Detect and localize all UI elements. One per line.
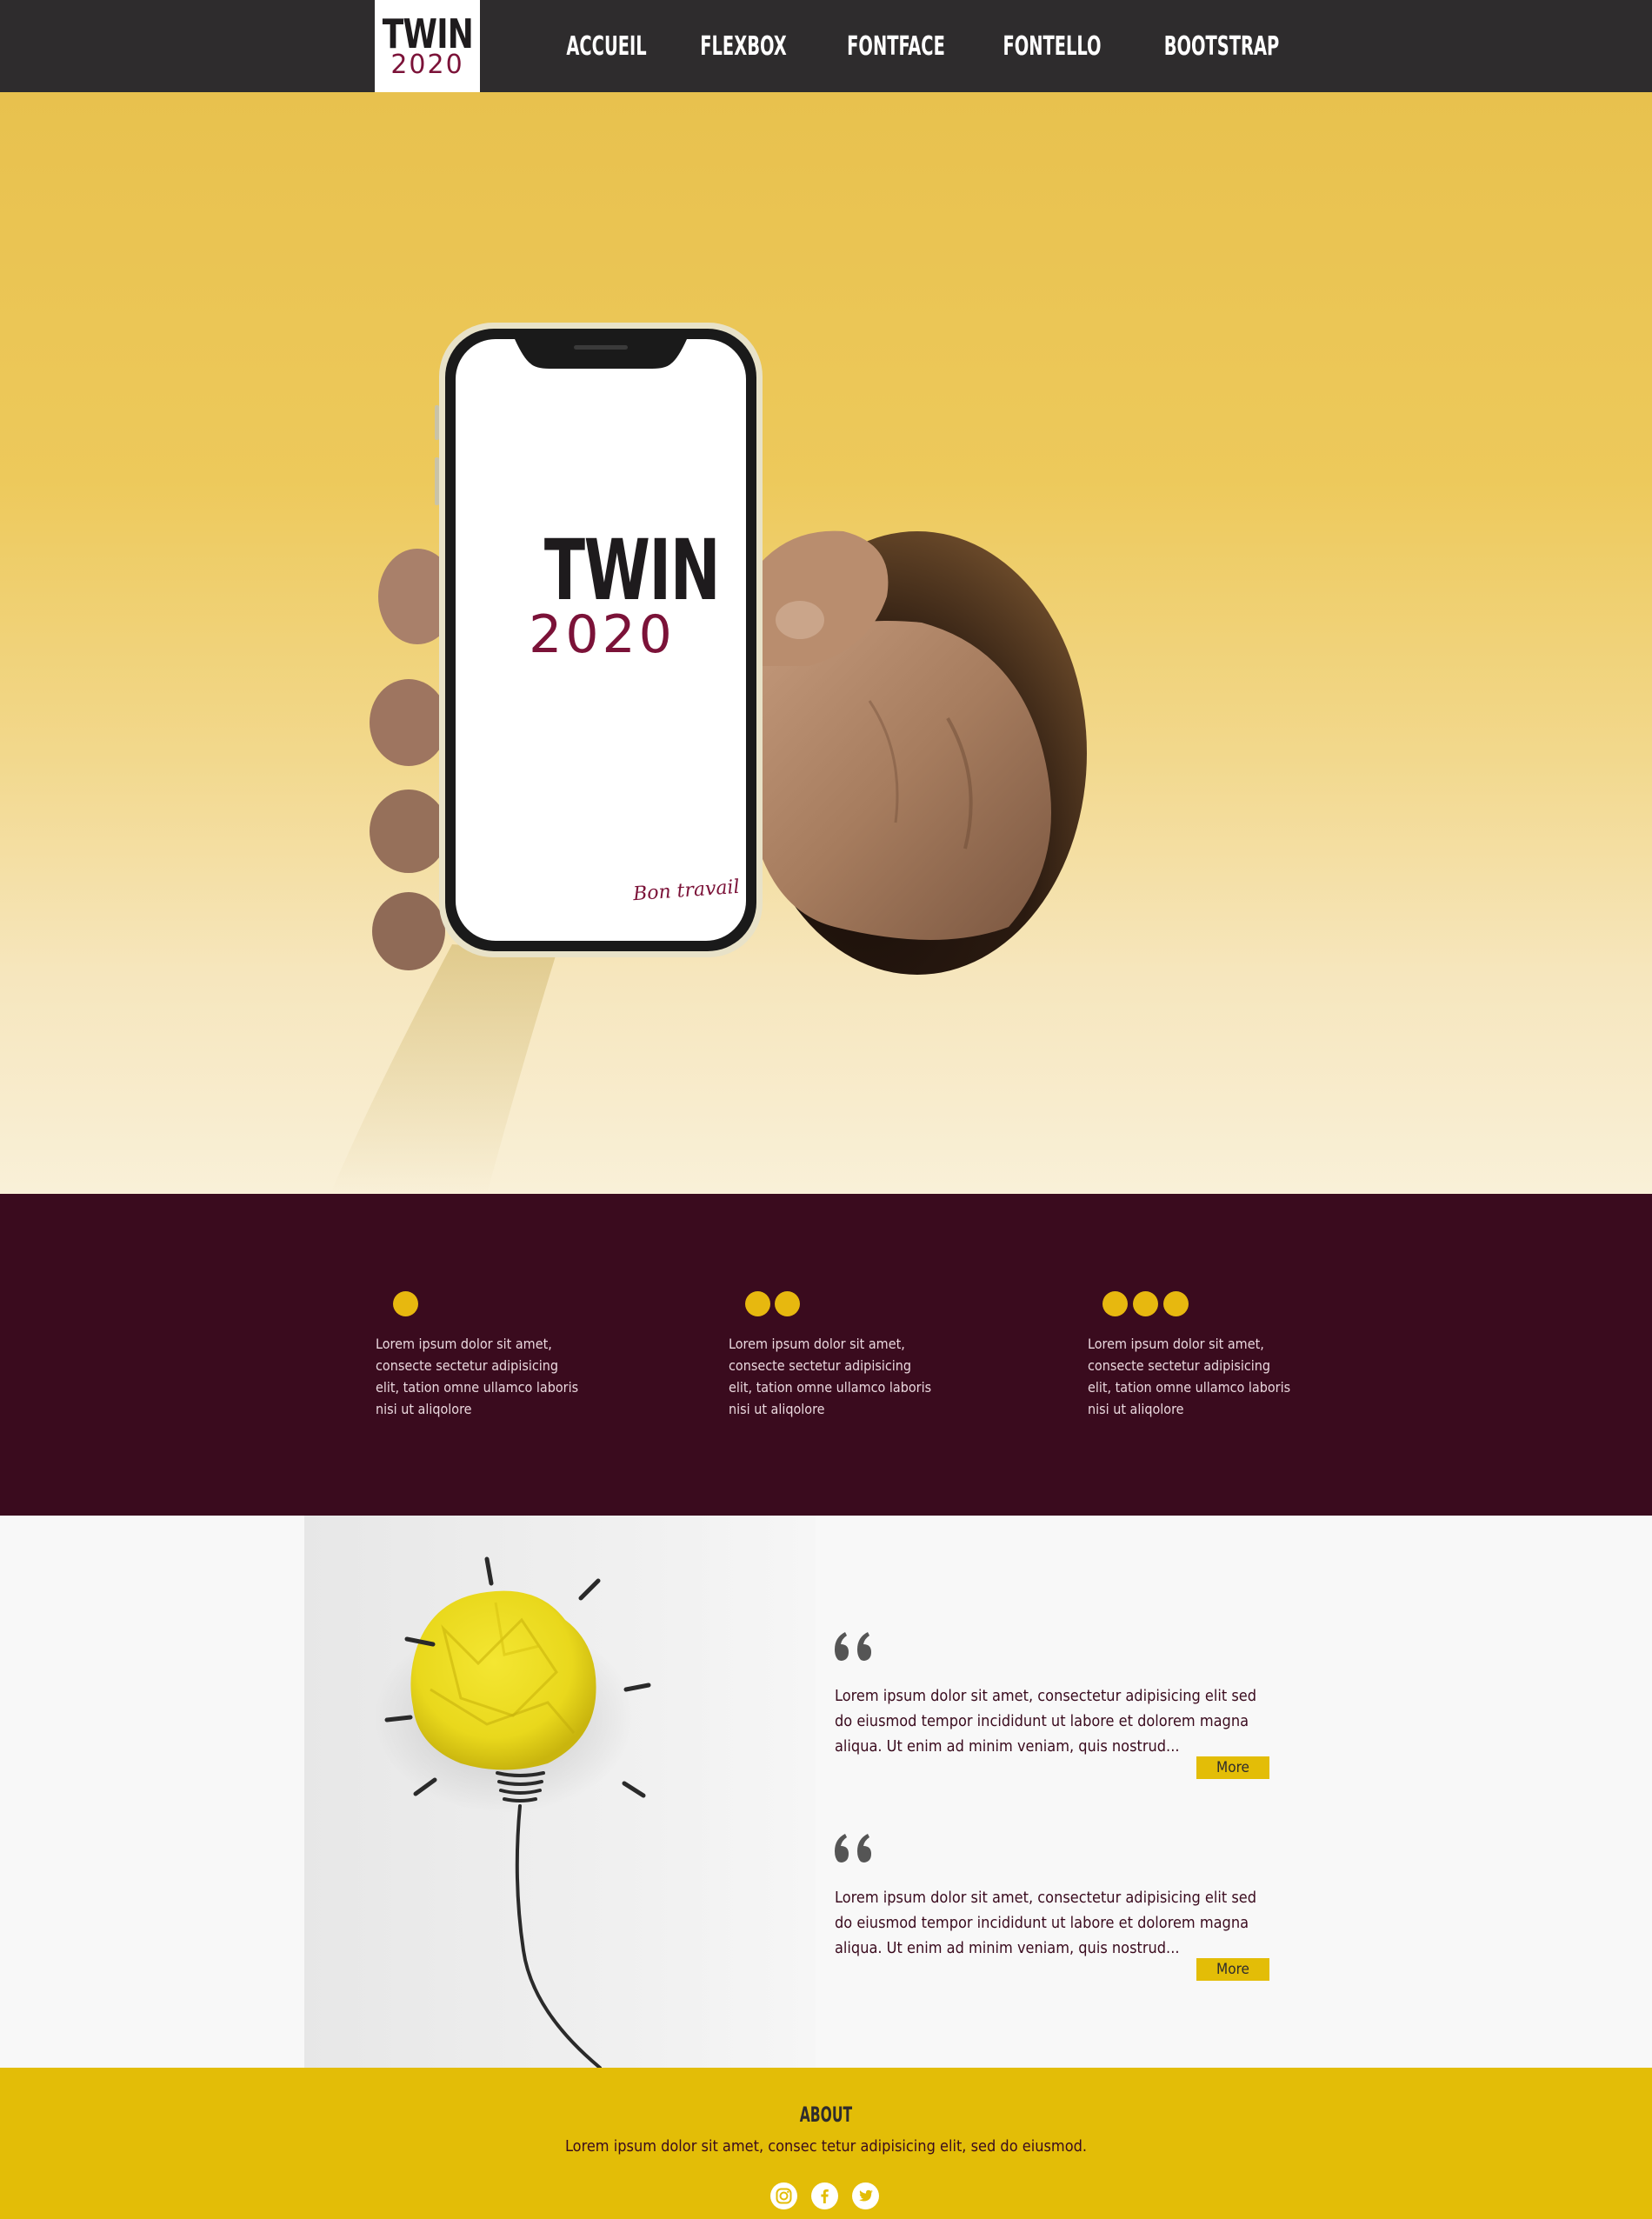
feature-text: Lorem ipsum dolor sit amet, consecte sec…: [376, 1336, 579, 1417]
phone-notch: [515, 339, 687, 369]
footer-title: ABOUT: [0, 2102, 1652, 2127]
nav-item-accueil[interactable]: ACCUEIL: [558, 31, 656, 62]
crumpled-paper: [410, 1590, 596, 1770]
dot-icon: [1102, 1291, 1128, 1316]
feature-text: Lorem ipsum dolor sit amet, consecte sec…: [729, 1336, 932, 1417]
feature-card: Lorem ipsum dolor sit amet, consecte sec…: [376, 1291, 584, 1420]
dot-icon: [1163, 1291, 1189, 1316]
footer-title-text: ABOUT: [799, 2102, 853, 2127]
finger-2: [370, 679, 448, 766]
testimonial-card: Lorem ipsum dolor sit amet, consectetur …: [835, 1630, 1269, 1779]
feature-card: Lorem ipsum dolor sit amet, consecte sec…: [1088, 1291, 1296, 1420]
top-navbar: TWIN 2020 ACCUEIL FLEXBOX FONTFACE FONTE…: [0, 0, 1652, 92]
social-links: [770, 2182, 879, 2209]
dot-icon: [1133, 1291, 1158, 1316]
nav-item-bootstrap[interactable]: BOOTSTRAP: [1156, 31, 1287, 62]
feature-text: Lorem ipsum dolor sit amet, consecte sec…: [1088, 1336, 1291, 1417]
testimonial-card: Lorem ipsum dolor sit amet, consectetur …: [835, 1832, 1269, 1981]
feature-dots: [376, 1291, 584, 1317]
phone-logo: TWIN 2020: [522, 522, 721, 661]
footer-about-text: Lorem ipsum dolor sit amet, consec tetur…: [564, 2137, 1088, 2156]
hero-banner: TWIN 2020 Bon travail: [0, 92, 1652, 1194]
testimonial-text: Lorem ipsum dolor sit amet, consectetur …: [835, 1889, 1257, 1957]
feature-card: Lorem ipsum dolor sit amet, consecte sec…: [729, 1291, 937, 1420]
testimonial-text: Lorem ipsum dolor sit amet, consectetur …: [835, 1687, 1257, 1756]
instagram-icon[interactable]: [770, 2182, 797, 2209]
dot-icon: [775, 1291, 800, 1316]
nav-item-flexbox[interactable]: FLEXBOX: [693, 31, 793, 62]
finger-3: [370, 790, 448, 873]
nav-item-fontello[interactable]: FONTELLO: [996, 31, 1109, 62]
twitter-icon[interactable]: [852, 2182, 879, 2209]
footer: ABOUT Lorem ipsum dolor sit amet, consec…: [0, 2068, 1652, 2219]
facebook-icon[interactable]: [811, 2182, 838, 2209]
lightbulb-image: [304, 1516, 816, 2068]
site-logo[interactable]: TWIN 2020: [375, 0, 480, 92]
finger-4: [372, 892, 445, 970]
features-section: Lorem ipsum dolor sit amet, consecte sec…: [0, 1194, 1652, 1516]
dot-icon: [745, 1291, 770, 1316]
feature-dots: [729, 1291, 937, 1317]
phone-logo-word: TWIN: [543, 522, 721, 619]
lightbulb-illustration: [374, 1556, 651, 2068]
quote-icon: [835, 1632, 871, 1661]
more-button[interactable]: More: [1196, 1958, 1269, 1981]
more-button[interactable]: More: [1196, 1756, 1269, 1779]
hero-illustration: [330, 323, 1087, 1194]
logo-word: TWIN: [382, 10, 473, 57]
phone-shadow: [330, 944, 556, 1194]
dot-icon: [393, 1291, 418, 1316]
testimonials-section: Lorem ipsum dolor sit amet, consectetur …: [0, 1516, 1652, 2068]
feature-dots: [1088, 1291, 1296, 1317]
page: TWIN 2020 ACCUEIL FLEXBOX FONTFACE FONTE…: [0, 0, 1652, 2219]
quote-icon: [835, 1834, 871, 1862]
nav-item-fontface[interactable]: FONTFACE: [842, 31, 951, 62]
